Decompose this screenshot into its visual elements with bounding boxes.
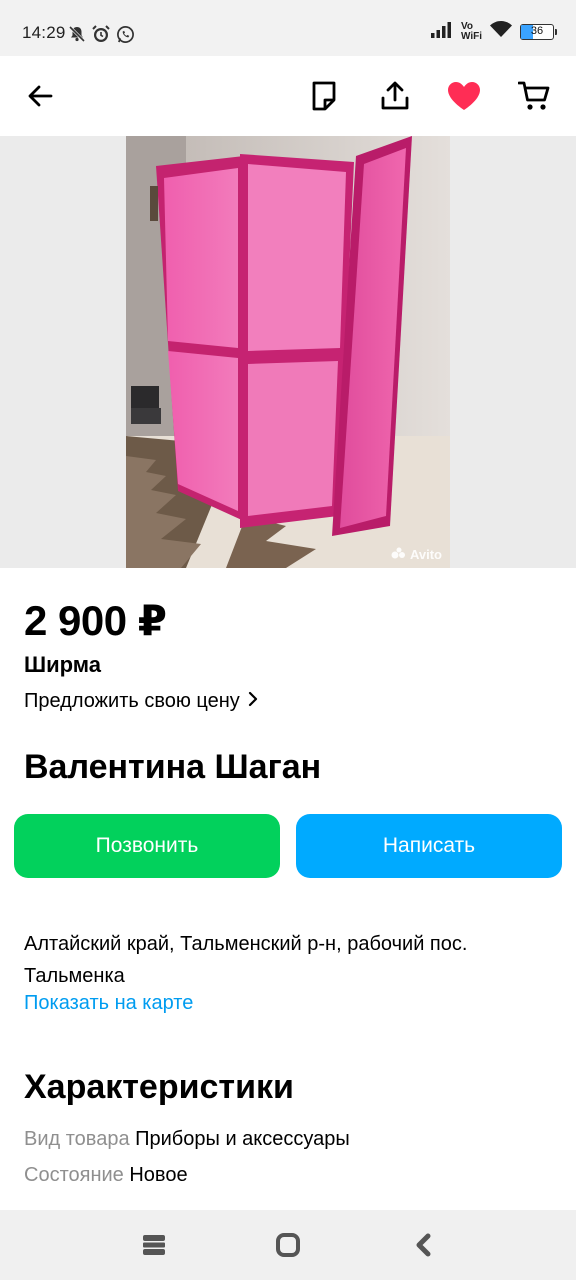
chevron-right-icon: [248, 690, 258, 713]
recent-apps-icon[interactable]: [139, 1230, 169, 1260]
arrow-left-icon[interactable]: [20, 76, 60, 116]
write-button[interactable]: Написать: [296, 814, 562, 878]
app-bar: [0, 56, 576, 136]
specs-heading: Характеристики: [24, 1068, 294, 1106]
status-right-icons: Vo WiFi 36: [430, 21, 557, 43]
seller-name[interactable]: Валентина Шаган: [24, 748, 321, 787]
spec-key: Вид товара: [24, 1128, 130, 1150]
avito-watermark: Avito: [391, 547, 442, 562]
offer-price-label: Предложить свою цену: [24, 690, 240, 712]
wifi-icon: [490, 21, 512, 43]
heart-icon[interactable]: [444, 76, 484, 116]
note-icon[interactable]: [304, 76, 344, 116]
bell-muted-icon: [68, 25, 86, 48]
vowifi-label: Vo WiFi: [461, 22, 482, 42]
folding-screen-image: [126, 136, 450, 568]
home-icon[interactable]: [273, 1230, 303, 1260]
spec-row: Вид товара Приборы и аксессуары: [24, 1128, 350, 1151]
battery-level: 36: [530, 25, 544, 37]
signal-icon: [430, 21, 453, 43]
avito-dots-icon: [391, 547, 407, 562]
call-button[interactable]: Позвонить: [14, 814, 280, 878]
share-icon[interactable]: [375, 76, 415, 116]
status-left-icons: [68, 24, 135, 49]
spec-row: Состояние Новое: [24, 1164, 188, 1187]
status-time: 14:29: [22, 23, 66, 42]
battery-indicator: 36: [520, 24, 557, 40]
spec-value: Новое: [129, 1164, 188, 1186]
vowifi-bottom: WiFi: [460, 31, 482, 42]
cart-icon[interactable]: [514, 76, 554, 116]
listing-title: Ширма: [24, 652, 101, 677]
alarm-icon: [91, 24, 111, 49]
listing-photo[interactable]: Avito: [126, 136, 450, 568]
address-text: Алтайский край, Тальменский р-н, рабочий…: [24, 933, 468, 987]
system-nav-bar: [0, 1210, 576, 1280]
whatsapp-icon: [116, 25, 135, 49]
listing-price: 2 900 ₽: [24, 597, 167, 644]
back-icon[interactable]: [408, 1230, 438, 1260]
watermark-text: Avito: [409, 547, 442, 562]
spec-value: Приборы и аксессуары: [135, 1128, 350, 1150]
offer-price-link[interactable]: Предложить свою цену: [24, 690, 258, 713]
photo-gallery[interactable]: Avito: [0, 136, 576, 568]
spec-key: Состояние: [24, 1164, 124, 1186]
show-on-map-link[interactable]: Показать на карте: [24, 992, 193, 1015]
status-bar: 14:29 Vo WiFi 36: [0, 0, 576, 56]
